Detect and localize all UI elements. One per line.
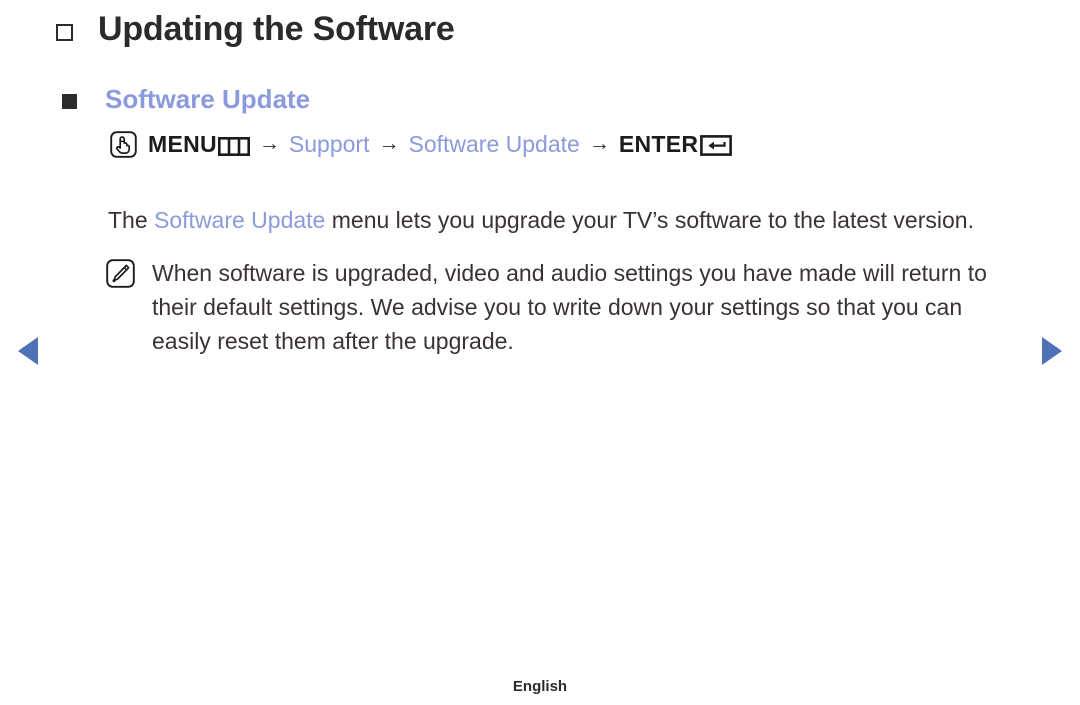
- body-text-before: The: [108, 207, 155, 233]
- note-block: When software is upgraded, video and aud…: [106, 256, 1026, 358]
- enter-return-icon: [700, 135, 733, 156]
- path-step-software-update: Software Update: [408, 131, 580, 157]
- page-title: Updating the Software: [98, 10, 455, 48]
- solid-square-bullet-icon: [62, 94, 77, 109]
- menu-label: MENU: [148, 131, 217, 157]
- body-text-after: menu lets you upgrade your TV’s software…: [325, 207, 974, 233]
- page-title-row: Updating the Software: [56, 10, 455, 49]
- body-paragraph: The Software Update menu lets you upgrad…: [108, 203, 1008, 237]
- enter-label: ENTER: [618, 131, 699, 157]
- section-heading: Software Update: [105, 84, 311, 114]
- note-pencil-icon: [106, 259, 135, 288]
- hollow-square-bullet-icon: [56, 24, 73, 41]
- next-page-arrow-icon[interactable]: [1042, 337, 1062, 365]
- note-text: When software is upgraded, video and aud…: [152, 260, 987, 354]
- footer-language-label: English: [512, 678, 568, 695]
- body-highlight: Software Update: [154, 207, 326, 233]
- menu-path: MENU → Support → Software Update → ENTER: [110, 131, 733, 158]
- section-heading-row: Software Update: [62, 84, 310, 115]
- oo-hand-press-icon: [110, 131, 137, 158]
- path-separator-3: →: [588, 131, 610, 155]
- previous-page-arrow-icon[interactable]: [18, 337, 38, 365]
- path-separator-2: →: [378, 131, 400, 155]
- menu-grid-icon: [217, 136, 250, 156]
- path-step-support: Support: [288, 131, 370, 157]
- path-separator-1: →: [258, 131, 280, 155]
